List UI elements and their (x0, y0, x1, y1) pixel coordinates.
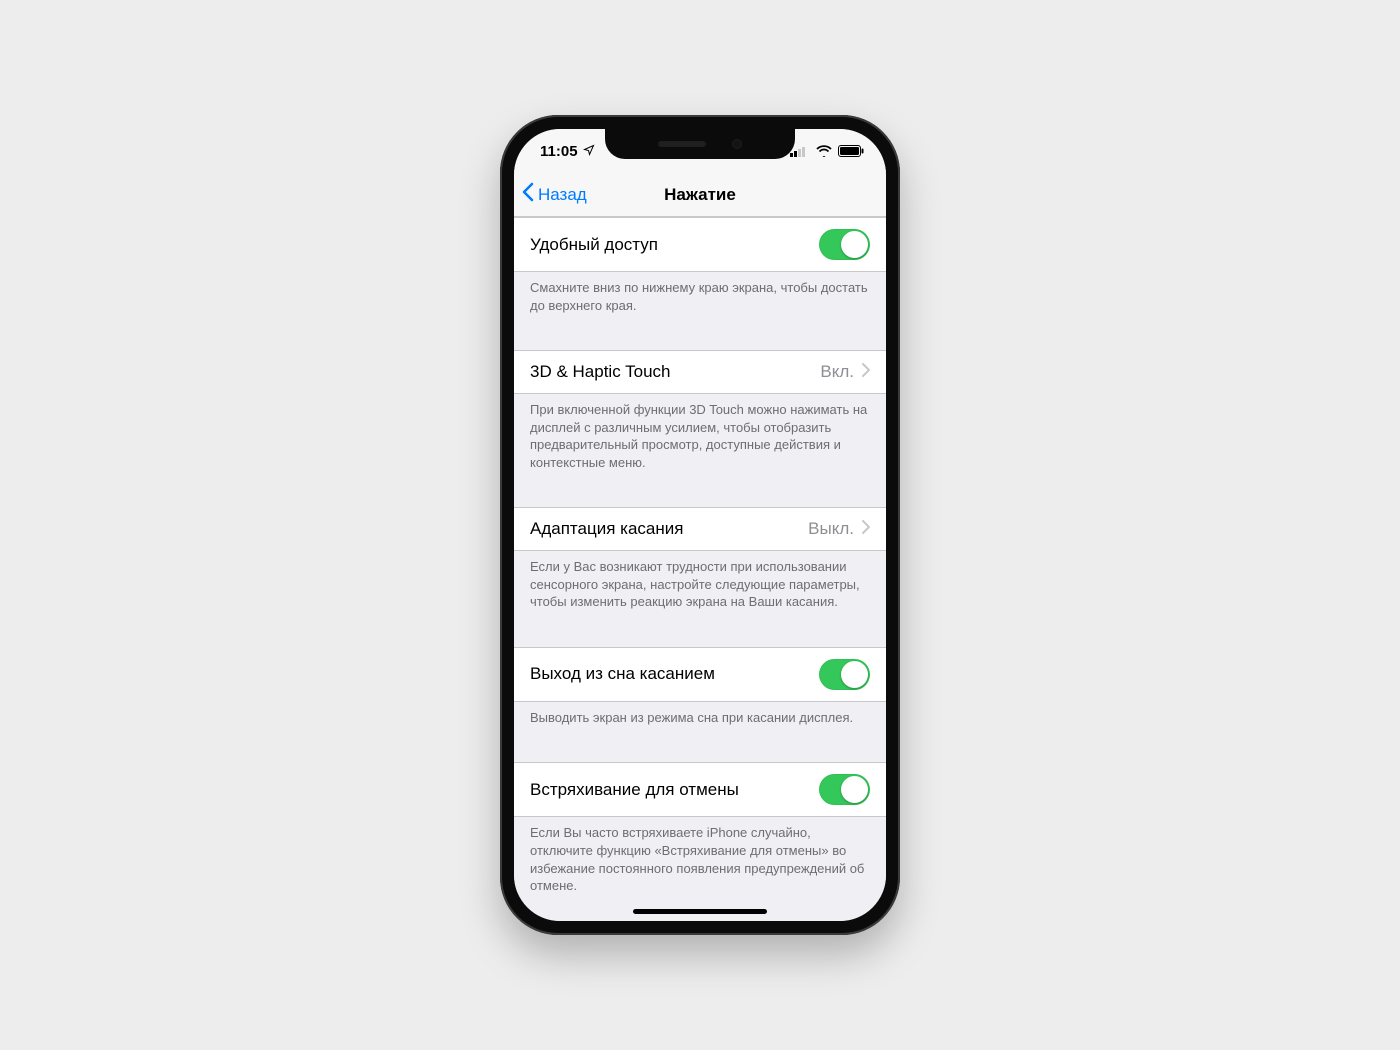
toggle-reachability[interactable] (819, 229, 870, 260)
footer-reachability: Смахните вниз по нижнему краю экрана, чт… (514, 272, 886, 322)
cell-touch-accommodations[interactable]: Адаптация касания Выкл. (514, 507, 886, 551)
chevron-right-icon (862, 519, 870, 539)
status-time: 11:05 (540, 143, 578, 160)
home-indicator[interactable] (633, 909, 767, 914)
toggle-shake-to-undo[interactable] (819, 774, 870, 805)
footer-shake-to-undo: Если Вы часто встряхиваете iPhone случай… (514, 817, 886, 902)
chevron-right-icon (862, 362, 870, 382)
back-button[interactable]: Назад (514, 182, 587, 207)
notch (605, 129, 795, 159)
settings-content[interactable]: Удобный доступ Смахните вниз по нижнему … (514, 217, 886, 921)
chevron-left-icon (522, 182, 534, 207)
location-arrow-icon (583, 143, 595, 160)
cell-shake-to-undo[interactable]: Встряхивание для отмены (514, 762, 886, 817)
cell-reachability[interactable]: Удобный доступ (514, 217, 886, 272)
cell-label: Выход из сна касанием (530, 664, 715, 684)
nav-bar: Назад Нажатие (514, 173, 886, 217)
phone-frame: 11:05 (500, 115, 900, 935)
footer-3d-haptic-touch: При включенной функции 3D Touch можно на… (514, 394, 886, 479)
wifi-icon (816, 145, 832, 157)
cell-tap-to-wake[interactable]: Выход из сна касанием (514, 647, 886, 702)
battery-icon (838, 145, 864, 157)
cell-value: Вкл. (820, 362, 854, 382)
footer-touch-accommodations: Если у Вас возникают трудности при испол… (514, 551, 886, 619)
cell-3d-haptic-touch[interactable]: 3D & Haptic Touch Вкл. (514, 350, 886, 394)
cell-label: 3D & Haptic Touch (530, 362, 670, 382)
cell-value: Выкл. (808, 519, 854, 539)
back-label: Назад (538, 185, 587, 205)
cell-label: Адаптация касания (530, 519, 683, 539)
toggle-tap-to-wake[interactable] (819, 659, 870, 690)
phone-screen: 11:05 (514, 129, 886, 921)
cell-label: Удобный доступ (530, 235, 658, 255)
cell-label: Встряхивание для отмены (530, 780, 739, 800)
footer-tap-to-wake: Выводить экран из режима сна при касании… (514, 702, 886, 735)
